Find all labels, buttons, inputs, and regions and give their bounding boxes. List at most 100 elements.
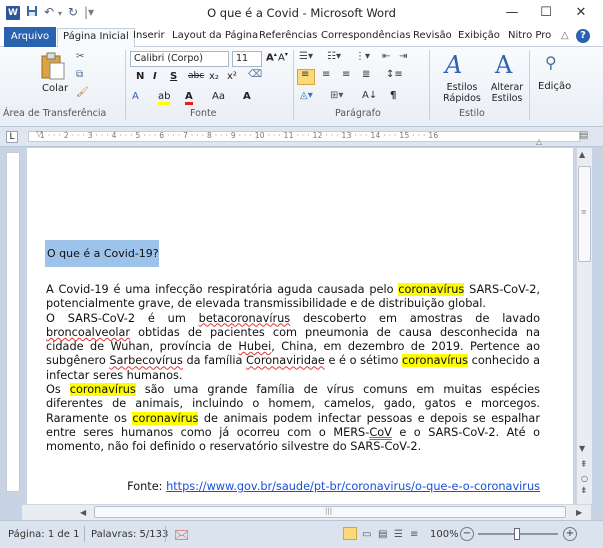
zoom-level[interactable]: 100% [430, 529, 459, 540]
grammar-flagged-word[interactable]: CoV [369, 426, 392, 439]
tab-layout[interactable]: Layout da Página [172, 30, 258, 41]
ribbon-tabs: Arquivo Página Inicial Inserir Layout da… [0, 27, 603, 48]
title-bar: W ↶ ▾ ↻ |▾ O que é a Covid - Microsoft W… [0, 0, 603, 27]
sort-icon[interactable]: A↓ [362, 90, 377, 101]
right-indent-marker[interactable]: △ [536, 137, 542, 146]
print-layout-view-icon[interactable] [343, 527, 357, 540]
strikethrough-button[interactable]: abc [188, 71, 204, 81]
misspelled-word[interactable]: broncoalveolar [46, 326, 130, 339]
align-center-icon[interactable]: ≡ [322, 69, 330, 80]
scroll-right-icon[interactable]: ▶ [576, 508, 582, 517]
quick-styles-label[interactable]: Estilos Rápidos [440, 82, 484, 104]
page-count[interactable]: Página: 1 de 1 [8, 529, 79, 540]
change-case-button[interactable]: Aa [212, 91, 225, 102]
next-page-icon[interactable]: ⇟ [580, 486, 588, 496]
quick-styles-icon[interactable]: A [445, 51, 462, 79]
justify-icon[interactable]: ≣ [362, 69, 370, 80]
zoom-slider-thumb[interactable] [514, 528, 520, 540]
view-ruler-icon[interactable]: ▤ [579, 130, 588, 141]
misspelled-word[interactable]: Hubei [238, 340, 271, 353]
subscript-button[interactable]: x₂ [209, 71, 219, 82]
paste-icon[interactable] [40, 52, 66, 83]
tab-referencias[interactable]: Referências [259, 30, 317, 41]
scroll-left-icon[interactable]: ◀ [80, 508, 86, 517]
tab-revisao[interactable]: Revisão [413, 30, 452, 41]
underline-button[interactable]: S [170, 71, 177, 82]
draft-view-icon[interactable]: ≡ [410, 529, 418, 540]
format-painter-icon[interactable]: 🖌 [76, 87, 89, 98]
clear-formatting-icon[interactable]: ⌫ [248, 69, 262, 80]
increase-indent-icon[interactable]: ⇥ [399, 51, 407, 62]
shrink-font-icon[interactable]: A▾ [278, 51, 288, 63]
ribbon: Colar ✂ ⧉ 🖌 Área de Transferência Calibr… [0, 47, 603, 127]
tab-exibicao[interactable]: Exibição [458, 30, 500, 41]
tab-correspondencias[interactable]: Correspondências [321, 30, 411, 41]
zoom-in-button[interactable]: + [563, 527, 577, 541]
font-color-icon[interactable]: A [185, 91, 193, 105]
shading-icon[interactable]: ◬▾ [300, 90, 313, 101]
outline-view-icon[interactable]: ☰ [394, 529, 403, 540]
full-screen-view-icon[interactable]: ▭ [362, 529, 371, 540]
change-styles-icon[interactable]: A [495, 51, 512, 79]
cut-icon[interactable]: ✂ [76, 51, 84, 62]
scroll-down-icon[interactable]: ▼ [579, 444, 585, 453]
misspelled-word[interactable]: betacoronavírus [199, 312, 291, 325]
highlighted-word: coronavírus [132, 411, 199, 425]
first-line-indent-marker[interactable]: ▽ [36, 129, 42, 138]
font-name-select[interactable]: Calibri (Corpo) [130, 51, 229, 67]
help-icon[interactable]: ? [576, 29, 590, 43]
show-formatting-button[interactable]: ¶ [390, 90, 396, 101]
misspelled-word[interactable]: Coronaviridae [246, 354, 325, 367]
font-size-select[interactable]: 11 [232, 51, 262, 67]
highlight-icon[interactable]: ab [158, 91, 171, 105]
tab-nitro[interactable]: Nitro Pro [508, 30, 551, 41]
maximize-button[interactable]: ☐ [531, 3, 561, 23]
bullets-icon[interactable]: ☰▾ [299, 51, 313, 62]
binoculars-icon[interactable]: ⚲ [545, 53, 557, 72]
proofing-status-icon[interactable]: 🖂 [174, 526, 189, 548]
paragraph-3[interactable]: Os coronavírus são uma grande família de… [46, 383, 540, 454]
scroll-up-icon[interactable]: ▲ [579, 150, 585, 159]
status-bar: Página: 1 de 1 Palavras: 5/133 🖂 ▭ ▤ ☰ ≡… [0, 520, 603, 548]
document-body[interactable]: A Covid-19 é uma infecção respiratória a… [46, 283, 540, 455]
copy-icon[interactable]: ⧉ [76, 69, 83, 80]
document-heading[interactable]: O que é a Covid-19? [45, 240, 159, 267]
tab-pagina-inicial[interactable]: Página Inicial [57, 28, 135, 48]
tab-selector-icon[interactable]: L [6, 131, 18, 143]
paragraph-group-label: Parágrafo [335, 108, 381, 119]
horizontal-scrollbar[interactable]: ◀ ||| ▶ [22, 504, 591, 520]
multilevel-list-icon[interactable]: ⋮▾ [355, 51, 370, 62]
misspelled-word[interactable]: Sarbecovírus [109, 354, 183, 367]
italic-button[interactable]: I [153, 71, 157, 82]
close-button[interactable]: ✕ [566, 3, 596, 23]
grow-font-button[interactable]: A [243, 91, 251, 102]
grow-font-icon[interactable]: A▴ [266, 51, 277, 63]
editing-label[interactable]: Edição [538, 81, 571, 92]
line-spacing-icon[interactable]: ↕≡ [386, 69, 403, 80]
align-right-icon[interactable]: ≡ [342, 69, 350, 80]
zoom-out-button[interactable]: − [460, 527, 474, 541]
paste-label[interactable]: Colar [42, 83, 68, 94]
borders-icon[interactable]: ⊞▾ [330, 90, 343, 101]
divider [529, 50, 530, 120]
decrease-indent-icon[interactable]: ⇤ [382, 51, 390, 62]
numbering-icon[interactable]: ☷▾ [327, 51, 341, 62]
text-effects-icon[interactable]: A [132, 91, 139, 102]
word-count[interactable]: Palavras: 5/133 [91, 529, 168, 540]
web-layout-view-icon[interactable]: ▤ [378, 529, 387, 540]
tab-inserir[interactable]: Inserir [133, 30, 165, 41]
highlighted-word: coronavírus [69, 383, 136, 397]
tab-arquivo[interactable]: Arquivo [4, 27, 56, 47]
browse-object-icon[interactable]: ○ [581, 474, 588, 483]
superscript-button[interactable]: x² [227, 71, 237, 82]
source-line: Fonte: https://www.gov.br/saude/pt-br/co… [100, 480, 540, 493]
change-styles-label[interactable]: Alterar Estilos [487, 82, 527, 104]
source-link[interactable]: https://www.gov.br/saude/pt-br/coronavir… [166, 480, 540, 493]
minimize-button[interactable]: — [497, 3, 527, 23]
bold-button[interactable]: N [136, 71, 144, 82]
previous-page-icon[interactable]: ⇞ [580, 460, 588, 470]
minimize-ribbon-icon[interactable]: △ [561, 30, 569, 41]
paragraph-2[interactable]: O SARS-CoV-2 é um betacoronavírus descob… [46, 312, 540, 383]
vertical-scrollbar[interactable]: ▲ ≡ ▼ ⇞ ○ ⇟ [576, 148, 592, 504]
paragraph-1[interactable]: A Covid-19 é uma infecção respiratória a… [46, 283, 540, 312]
